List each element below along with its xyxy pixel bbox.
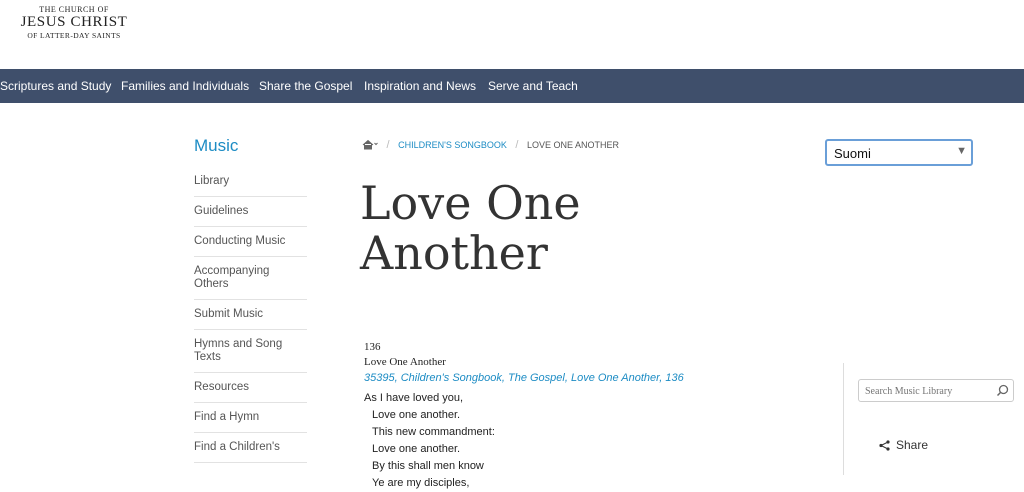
dropdown-arrow-icon: ▼	[956, 145, 967, 157]
nav-item-share-gospel[interactable]: Share the Gospel	[259, 69, 352, 103]
language-select-value: Suomi	[834, 146, 871, 161]
sidebar-item-submit[interactable]: Submit Music	[194, 300, 307, 330]
sidebar-title[interactable]: Music	[194, 133, 307, 159]
breadcrumb-current: Love One Another	[526, 140, 619, 150]
sidebar-item-find-childrens[interactable]: Find a Children's	[194, 433, 307, 463]
sidebar-item-hymns-texts[interactable]: Hymns and Song Texts	[194, 330, 307, 373]
song-number: 136	[364, 341, 381, 353]
breadcrumb-link-songbook[interactable]: Children's Songbook	[398, 140, 507, 150]
song-tags-link[interactable]: 35395, Children's Songbook, The Gospel, …	[364, 369, 824, 387]
page-title: Love One Another	[360, 176, 581, 280]
nav-item-serve-teach[interactable]: Serve and Teach	[488, 69, 578, 103]
divider	[843, 363, 844, 475]
sidebar-item-guidelines[interactable]: Guidelines	[194, 197, 307, 227]
song-lyrics: As I have loved you, Love one another. T…	[364, 390, 824, 492]
nav-item-inspiration[interactable]: Inspiration and News	[364, 69, 476, 103]
lyric-line: This new commandment:	[372, 426, 495, 438]
home-icon[interactable]	[362, 139, 378, 152]
logo-line-2: JESUS CHRIST	[20, 14, 128, 30]
sidebar-item-conducting[interactable]: Conducting Music	[194, 227, 307, 257]
search-box	[858, 379, 1014, 402]
church-logo[interactable]: THE CHURCH OF JESUS CHRIST OF LATTER-DAY…	[14, 6, 134, 40]
lyric-line: Love one another.	[372, 443, 461, 455]
share-icon	[879, 440, 890, 451]
lyric-line: Ye are my disciples,	[372, 477, 470, 489]
logo-line-3: OF LATTER-DAY SAINTS	[27, 31, 121, 40]
share-label: Share	[896, 438, 929, 452]
search-input[interactable]	[863, 381, 997, 402]
share-button[interactable]: Share	[879, 438, 928, 452]
language-select[interactable]: Suomi ▼	[825, 139, 973, 166]
lyric-line: Love one another.	[372, 409, 461, 421]
breadcrumb-separator: /	[386, 139, 390, 151]
nav-item-families[interactable]: Families and Individuals	[121, 69, 249, 103]
lyric-line: As I have loved you,	[364, 392, 464, 404]
lyric-line: By this shall men know	[372, 460, 484, 472]
sidebar-item-accompanying[interactable]: Accompanying Others	[194, 257, 307, 300]
search-icon[interactable]	[996, 384, 1009, 402]
sidebar-item-find-hymn[interactable]: Find a Hymn	[194, 403, 307, 433]
nav-item-scriptures[interactable]: Scriptures and Study	[0, 69, 111, 103]
logo-line-1: THE CHURCH OF	[39, 5, 109, 14]
song-content: 136 Love One Another 35395, Children's S…	[364, 340, 824, 492]
main-navigation: Scriptures and Study Families and Indivi…	[0, 69, 1024, 103]
sidebar: Music Library Guidelines Conducting Musi…	[194, 133, 307, 463]
sidebar-item-resources[interactable]: Resources	[194, 373, 307, 403]
song-title: Love One Another	[364, 356, 446, 368]
breadcrumb-separator: /	[515, 139, 519, 151]
sidebar-item-library[interactable]: Library	[194, 167, 307, 197]
breadcrumb: / Children's Songbook / Love One Another	[362, 139, 619, 152]
